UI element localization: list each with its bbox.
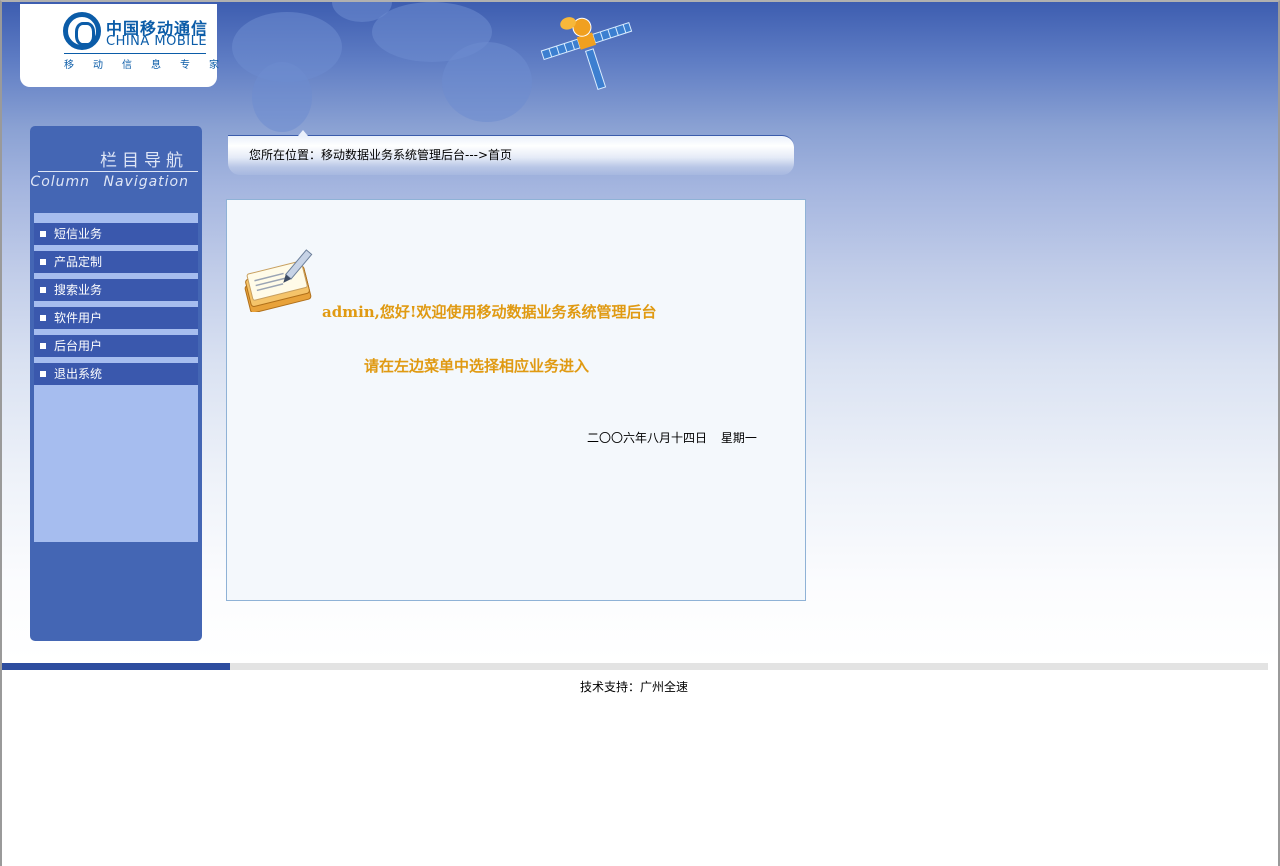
nav-title-en: Column Navigation <box>30 174 189 190</box>
current-date: 二〇〇六年八月十四日 星期一 <box>587 431 757 445</box>
breadcrumb-notch <box>298 130 308 136</box>
satellite-icon <box>540 17 633 91</box>
nav-menu: 短信业务 产品定制 搜索业务 软件用户 后台用户 退出系统 <box>34 213 198 542</box>
bullet-icon <box>40 315 46 321</box>
logo-divider <box>64 53 206 54</box>
breadcrumb-text: 您所在位置：移动数据业务系统管理后台--->首页 <box>249 148 513 162</box>
sidebar-item-logout[interactable]: 退出系统 <box>34 363 198 385</box>
china-mobile-logo-icon <box>63 12 101 50</box>
sidebar-item-label: 搜索业务 <box>54 283 103 297</box>
instruction-message: 请在左边菜单中选择相应业务进入 <box>364 357 590 375</box>
sidebar-item-label: 产品定制 <box>54 255 103 269</box>
sidebar-item-label: 退出系统 <box>54 367 103 381</box>
footer-divider-accent <box>2 663 230 670</box>
world-map-shape <box>442 42 532 122</box>
sidebar-item-admin-users[interactable]: 后台用户 <box>34 335 198 357</box>
sidebar-item-label: 后台用户 <box>54 339 103 353</box>
bullet-icon <box>40 287 46 293</box>
world-map-shape <box>252 62 312 132</box>
china-mobile-logo[interactable]: 中国移动通信 CHINA MOBILE 移动信息专家 <box>20 4 238 87</box>
welcome-message: admin,您好!欢迎使用移动数据业务系统管理后台 <box>322 303 657 321</box>
footer-support-text: 技术支持：广州全速 <box>579 680 688 694</box>
notepad-pencil-icon <box>244 249 313 312</box>
sidebar-item-label: 软件用户 <box>54 311 103 325</box>
sidebar-item-label: 短信业务 <box>54 227 103 241</box>
nav-title-cn: 栏目导航 <box>100 151 188 171</box>
breadcrumb: 您所在位置：移动数据业务系统管理后台--->首页 <box>228 130 794 175</box>
main-content: admin,您好!欢迎使用移动数据业务系统管理后台 请在左边菜单中选择相应业务进… <box>226 199 806 601</box>
logo-en-text: CHINA MOBILE <box>106 34 208 49</box>
sidebar-item-product-customization[interactable]: 产品定制 <box>34 251 198 273</box>
bullet-icon <box>40 231 46 237</box>
nav-title-divider <box>38 171 198 172</box>
bullet-icon <box>40 343 46 349</box>
bullet-icon <box>40 371 46 377</box>
sidebar-navigation: 栏目导航 Column Navigation 短信业务 产品定制 搜索业务 软件… <box>30 126 202 641</box>
sidebar-item-search[interactable]: 搜索业务 <box>34 279 198 301</box>
logo-slogan: 移动信息专家 <box>64 60 238 71</box>
bullet-icon <box>40 259 46 265</box>
sidebar-item-sms[interactable]: 短信业务 <box>34 223 198 245</box>
sidebar-item-software-users[interactable]: 软件用户 <box>34 307 198 329</box>
